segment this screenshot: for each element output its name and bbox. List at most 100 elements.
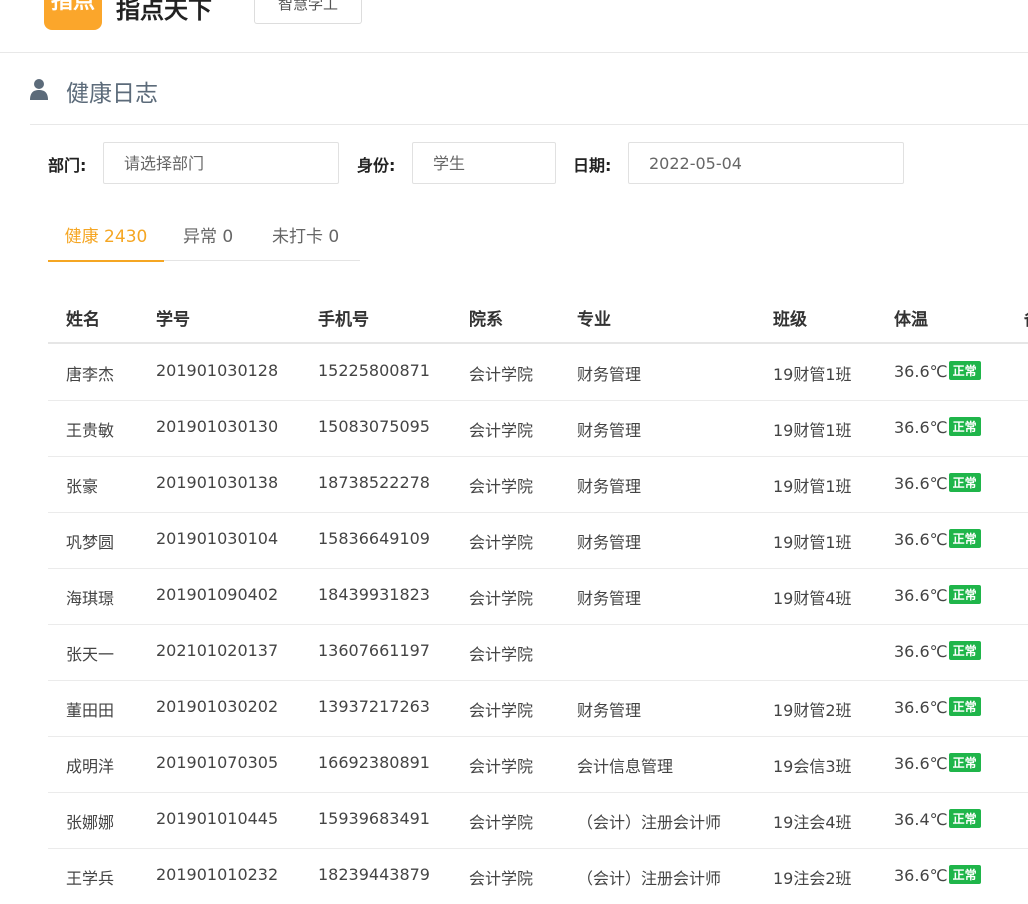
temperature-value: 36.4℃	[894, 810, 948, 829]
date-label: 日期:	[573, 156, 612, 175]
cell-id: 202101020137	[156, 641, 279, 660]
cell-name: 王学兵	[66, 869, 115, 888]
cell-id: 201901030138	[156, 473, 279, 492]
cell-major: 财务管理	[577, 477, 642, 496]
cell-id: 201901030104	[156, 529, 279, 548]
status-badge: 正常	[948, 529, 981, 548]
cell-major: 财务管理	[577, 701, 642, 720]
tab-abnormal[interactable]: 异常 0	[183, 222, 233, 260]
cell-major: 财务管理	[577, 533, 642, 552]
table-row[interactable]: 张豪 201901030138 18738522278 会计学院 财务管理 19…	[48, 456, 1028, 513]
cell-phone: 15939683491	[318, 809, 430, 828]
cell-phone: 18239443879	[318, 865, 430, 884]
cell-phone: 16692380891	[318, 753, 430, 772]
status-badge: 正常	[948, 417, 981, 436]
status-badge: 正常	[948, 865, 981, 884]
column-header-name: 姓名	[66, 310, 100, 330]
cell-name: 王贵敏	[66, 421, 115, 440]
cell-major: 财务管理	[577, 365, 642, 384]
cell-college: 会计学院	[469, 701, 534, 720]
cell-name: 张娜娜	[66, 813, 115, 832]
cell-phone: 13937217263	[318, 697, 430, 716]
cell-class: 19会信3班	[773, 757, 852, 776]
column-header-phone: 手机号	[318, 310, 369, 330]
cell-major: （会计）注册会计师	[577, 869, 722, 888]
cell-name: 董田田	[66, 701, 115, 720]
cell-name: 成明洋	[66, 757, 115, 776]
cell-name: 海琪璟	[66, 589, 115, 608]
status-badge: 正常	[948, 641, 981, 660]
cell-major: 会计信息管理	[577, 757, 674, 776]
table-row[interactable]: 董田田 201901030202 13937217263 会计学院 财务管理 1…	[48, 680, 1028, 737]
status-badge: 正常	[948, 697, 981, 716]
cell-id: 201901070305	[156, 753, 279, 772]
cell-temperature: 36.6℃ 正常	[894, 361, 981, 381]
cell-college: 会计学院	[469, 477, 534, 496]
temperature-value: 36.6℃	[894, 698, 948, 717]
column-header-major: 专业	[577, 310, 611, 330]
column-header-remark: 备	[1024, 305, 1028, 330]
user-icon	[30, 79, 48, 100]
table-row[interactable]: 张天一 202101020137 13607661197 会计学院 36.6℃ 正…	[48, 624, 1028, 681]
temperature-value: 36.6℃	[894, 530, 948, 549]
cell-temperature: 36.6℃ 正常	[894, 697, 981, 717]
cell-phone: 18738522278	[318, 473, 430, 492]
table-row[interactable]: 成明洋 201901070305 16692380891 会计学院 会计信息管理…	[48, 736, 1028, 793]
cell-major: 财务管理	[577, 421, 642, 440]
cell-college: 会计学院	[469, 589, 534, 608]
cell-temperature: 36.6℃ 正常	[894, 585, 981, 605]
cell-phone: 18439931823	[318, 585, 430, 604]
cell-name: 巩梦圆	[66, 533, 115, 552]
tab-healthy[interactable]: 健康 2430	[48, 222, 164, 262]
cell-name: 唐李杰	[66, 365, 115, 384]
cell-class: 19财管1班	[773, 533, 852, 552]
tab-not-checked-in[interactable]: 未打卡 0	[272, 222, 339, 260]
cell-id: 201901010232	[156, 865, 279, 884]
table-row[interactable]: 王学兵 201901010232 18239443879 会计学院 （会计）注册…	[48, 848, 1028, 904]
top-nav-tab[interactable]: 智慧学工	[254, 0, 362, 24]
cell-class: 19财管2班	[773, 701, 852, 720]
column-header-temp: 体温	[894, 310, 928, 330]
app-logo[interactable]: 指点	[44, 0, 102, 30]
page-title: 健康日志	[66, 81, 158, 107]
table-row[interactable]: 海琪璟 201901090402 18439931823 会计学院 财务管理 1…	[48, 568, 1028, 625]
date-picker[interactable]: 2022-05-04	[628, 142, 904, 184]
cell-phone: 15836649109	[318, 529, 430, 548]
cell-class: 19注会4班	[773, 813, 852, 832]
cell-temperature: 36.6℃ 正常	[894, 865, 981, 885]
cell-class: 19财管1班	[773, 477, 852, 496]
top-bar: 指点 指点天下 智慧学工	[0, 0, 1028, 53]
cell-temperature: 36.4℃ 正常	[894, 809, 981, 829]
table-row[interactable]: 巩梦圆 201901030104 15836649109 会计学院 财务管理 1…	[48, 512, 1028, 569]
cell-college: 会计学院	[469, 645, 534, 664]
cell-phone: 15083075095	[318, 417, 430, 436]
temperature-value: 36.6℃	[894, 586, 948, 605]
cell-class: 19财管1班	[773, 365, 852, 384]
cell-id: 201901030202	[156, 697, 279, 716]
cell-id: 201901090402	[156, 585, 279, 604]
temperature-value: 36.6℃	[894, 754, 948, 773]
status-badge: 正常	[948, 809, 981, 828]
cell-name: 张豪	[66, 477, 99, 496]
cell-college: 会计学院	[469, 757, 534, 776]
table-row[interactable]: 唐李杰 201901030128 15225800871 会计学院 财务管理 1…	[48, 344, 1028, 401]
identity-select[interactable]: 学生	[412, 142, 556, 184]
status-badge: 正常	[948, 753, 981, 772]
status-badge: 正常	[948, 473, 981, 492]
cell-id: 201901010445	[156, 809, 279, 828]
column-header-college: 院系	[469, 310, 503, 330]
temperature-value: 36.6℃	[894, 866, 948, 885]
department-select[interactable]: 请选择部门	[103, 142, 339, 184]
cell-college: 会计学院	[469, 365, 534, 384]
cell-college: 会计学院	[469, 869, 534, 888]
column-header-class: 班级	[773, 310, 807, 330]
table-row[interactable]: 张娜娜 201901010445 15939683491 会计学院 （会计）注册…	[48, 792, 1028, 849]
cell-class: 19注会2班	[773, 869, 852, 888]
cell-major: 财务管理	[577, 589, 642, 608]
cell-temperature: 36.6℃ 正常	[894, 753, 981, 773]
status-tabs: 健康 2430 异常 0 未打卡 0	[48, 212, 360, 262]
temperature-value: 36.6℃	[894, 642, 948, 661]
cell-college: 会计学院	[469, 813, 534, 832]
status-badge: 正常	[948, 361, 981, 380]
table-row[interactable]: 王贵敏 201901030130 15083075095 会计学院 财务管理 1…	[48, 400, 1028, 457]
